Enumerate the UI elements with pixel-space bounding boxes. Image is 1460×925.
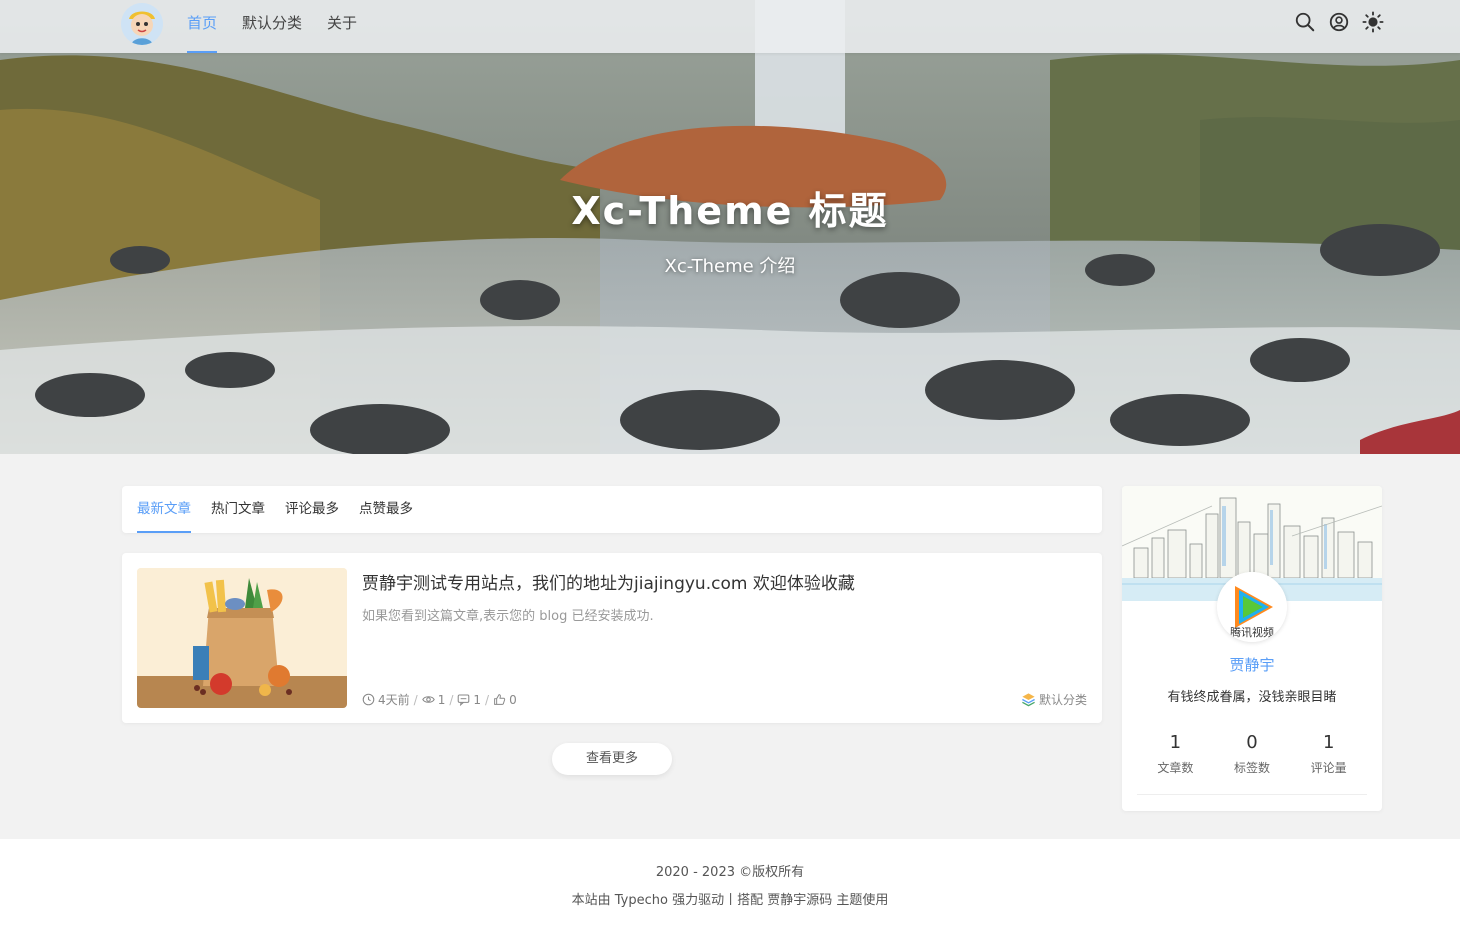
top-navbar: 首页 默认分类 关于 bbox=[0, 0, 1460, 53]
stat-label: 标签数 bbox=[1234, 761, 1271, 775]
tab-latest[interactable]: 最新文章 bbox=[137, 486, 191, 533]
footer-powered-prefix: 本站由 bbox=[571, 893, 615, 908]
footer-powered: 本站由 Typecho 强力驱动丨搭配 贾静宇源码 主题使用 bbox=[0, 889, 1460, 908]
article-tabs: 最新文章 热门文章 评论最多 点赞最多 bbox=[122, 486, 1102, 533]
post-category-text: 默认分类 bbox=[1038, 693, 1087, 707]
stat-tags: 0 标签数 bbox=[1214, 732, 1291, 776]
hero-title: Xc-Theme 标题 bbox=[571, 189, 889, 233]
user-circle-icon[interactable] bbox=[1328, 11, 1350, 33]
thumbs-up-icon bbox=[494, 694, 506, 705]
sun-icon[interactable] bbox=[1362, 11, 1384, 33]
nav-item-default-category[interactable]: 默认分类 bbox=[242, 0, 302, 53]
post-excerpt: 如果您看到这篇文章,表示您的 blog 已经安装成功. bbox=[362, 609, 654, 624]
nav-links: 首页 默认分类 关于 bbox=[187, 0, 382, 53]
footer-copyright: 2020 - 2023 ©版权所有 bbox=[655, 865, 805, 880]
eye-icon bbox=[421, 696, 435, 703]
post-likes-count: 0 bbox=[509, 692, 517, 707]
meta-separator: / bbox=[485, 692, 490, 707]
page-footer: 2020 - 2023 ©版权所有 本站由 Typecho 强力驱动丨搭配 贾静… bbox=[0, 839, 1460, 925]
meta-separator: / bbox=[413, 692, 418, 707]
hero-subtitle: Xc-Theme 介绍 bbox=[664, 256, 796, 277]
post-views: 1 bbox=[421, 692, 446, 707]
post-time-text: 4天前 bbox=[378, 693, 410, 707]
post-title[interactable]: 贾静宇测试专用站点，我们的地址为jiajingyu.com 欢迎体验收藏 bbox=[362, 569, 855, 594]
typecho-link[interactable]: Typecho bbox=[615, 893, 668, 908]
nav-item-about[interactable]: 关于 bbox=[327, 0, 357, 53]
tab-most-comments[interactable]: 评论最多 bbox=[285, 486, 339, 533]
article-tabs-card: 最新文章 热门文章 评论最多 点赞最多 bbox=[122, 486, 1102, 533]
tab-hot[interactable]: 热门文章 bbox=[211, 486, 265, 533]
theme-link[interactable]: 贾静宇源码 bbox=[767, 893, 832, 908]
profile-avatar[interactable]: 腾讯视频 bbox=[1217, 572, 1287, 642]
post-thumbnail[interactable] bbox=[137, 568, 347, 708]
avatar-caption: 腾讯视频 bbox=[1230, 625, 1274, 639]
footer-powered-mid: 强力驱动丨搭配 bbox=[667, 893, 768, 908]
layers-icon bbox=[1022, 693, 1035, 707]
tab-most-likes[interactable]: 点赞最多 bbox=[359, 486, 413, 533]
hero-banner: Xc-Theme 标题 Xc-Theme 介绍 bbox=[0, 0, 1460, 454]
grocery-bag-image bbox=[137, 568, 347, 708]
stats-divider bbox=[1137, 794, 1367, 795]
stat-number: 0 bbox=[1246, 732, 1258, 753]
stat-posts: 1 文章数 bbox=[1137, 732, 1214, 776]
profile-motto: 有钱终成眷属，没钱亲眼目睹 bbox=[1167, 690, 1337, 705]
nav-icons bbox=[1294, 11, 1384, 33]
post-meta: 4天前 / 1 / 1 / 0 bbox=[362, 691, 517, 708]
post-comments-count: 1 bbox=[473, 692, 482, 707]
profile-card: 腾讯视频 贾静宇 有钱终成眷属，没钱亲眼目睹 1 文章数 0 标签数 1 评论量 bbox=[1122, 486, 1382, 811]
stat-number: 1 bbox=[1169, 732, 1182, 753]
load-more-button[interactable]: 查看更多 bbox=[552, 743, 672, 775]
site-logo[interactable] bbox=[121, 3, 163, 45]
nav-item-home[interactable]: 首页 bbox=[187, 0, 218, 53]
profile-name[interactable]: 贾静宇 bbox=[1122, 654, 1382, 675]
meta-separator: / bbox=[449, 692, 454, 707]
profile-stats: 1 文章数 0 标签数 1 评论量 bbox=[1137, 732, 1367, 776]
stat-label: 文章数 bbox=[1157, 761, 1194, 775]
post-views-count: 1 bbox=[437, 692, 446, 707]
post-likes[interactable]: 0 bbox=[493, 693, 517, 707]
logo-avatar-icon bbox=[121, 3, 163, 45]
play-logo-icon: 腾讯视频 bbox=[1217, 572, 1287, 642]
stat-number: 1 bbox=[1322, 732, 1335, 753]
clock-icon bbox=[362, 693, 375, 706]
post-comments: 1 bbox=[457, 693, 481, 707]
search-icon[interactable] bbox=[1294, 11, 1316, 33]
footer-powered-suffix: 主题使用 bbox=[832, 893, 889, 908]
stat-label: 评论量 bbox=[1310, 761, 1347, 775]
stat-comments: 1 评论量 bbox=[1290, 732, 1367, 776]
post-card[interactable]: 贾静宇测试专用站点，我们的地址为jiajingyu.com 欢迎体验收藏 如果您… bbox=[122, 553, 1102, 723]
post-category[interactable]: 默认分类 bbox=[1021, 691, 1087, 708]
comment-icon bbox=[458, 694, 470, 706]
post-time: 4天前 bbox=[362, 691, 410, 708]
